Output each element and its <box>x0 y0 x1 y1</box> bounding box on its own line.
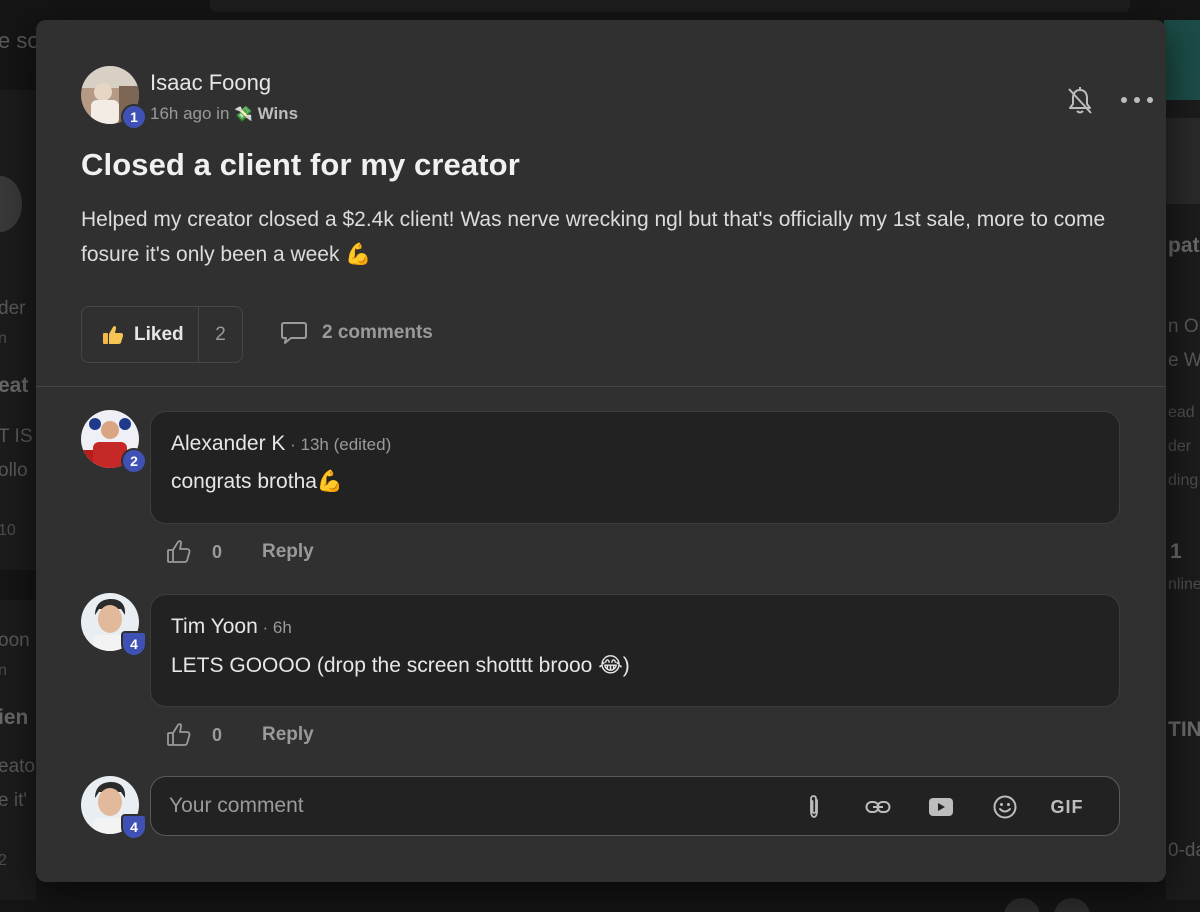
comment-avatar[interactable]: 2 <box>81 410 147 474</box>
bell-off-icon <box>1068 87 1092 114</box>
background-text: 10 <box>0 522 16 539</box>
category-link[interactable]: Wins <box>258 104 298 123</box>
post-meta: 16h ago in 💸 Wins <box>150 104 298 124</box>
post-body: Helped my creator closed a $2.4k client!… <box>81 208 1106 266</box>
background-text: e W <box>1168 350 1200 371</box>
like-label: Liked <box>134 323 184 345</box>
author-name[interactable]: Isaac Foong <box>150 70 271 96</box>
attach-button[interactable] <box>803 793 825 821</box>
comment-text: congrats brotha💪 <box>171 470 344 493</box>
comment-author[interactable]: Alexander K <box>171 432 285 455</box>
comment-actions: 0 Reply <box>166 539 314 565</box>
thumbs-up-icon[interactable] <box>166 722 192 748</box>
divider <box>36 386 1166 387</box>
like-group: Liked 2 <box>81 306 243 363</box>
link-icon <box>865 801 891 813</box>
comment-author[interactable]: Tim Yoon <box>171 615 258 638</box>
comments-link[interactable]: 2 comments <box>280 320 433 346</box>
background-text: oon <box>0 630 30 651</box>
comment-like-count: 0 <box>212 724 223 745</box>
comment-like-count: 0 <box>212 541 223 562</box>
level-badge: 2 <box>121 448 147 474</box>
background-text: der <box>1168 438 1192 455</box>
reply-button[interactable]: Reply <box>262 541 314 563</box>
like-count[interactable]: 2 <box>198 307 242 362</box>
background-avatar <box>1054 898 1090 912</box>
video-button[interactable] <box>927 793 955 821</box>
background-avatar <box>1004 898 1040 912</box>
background-text: n <box>0 330 7 347</box>
link-button[interactable] <box>863 793 893 821</box>
background-text: e it' <box>0 790 27 811</box>
post-header: 1 Isaac Foong 16h ago in 💸 Wins <box>81 66 1153 130</box>
background-text: ien <box>0 706 29 729</box>
background-text: e so <box>0 28 40 53</box>
background-right-banner <box>1164 20 1200 100</box>
post-title: Closed a client for my creator <box>81 147 520 182</box>
background-topbar <box>210 0 1130 12</box>
background-text: T IS <box>0 426 33 447</box>
background-text: der <box>0 298 26 319</box>
post-modal: 1 Isaac Foong 16h ago in 💸 Wins Closed a… <box>36 20 1166 882</box>
current-user-avatar[interactable]: 4 <box>81 776 147 840</box>
comments-count-label: 2 comments <box>322 322 433 343</box>
gif-button[interactable]: GIF <box>1047 793 1087 821</box>
comment-bubble: Tim Yoon · 6h LETS GOOOO (drop the scree… <box>150 594 1120 707</box>
youtube-icon <box>929 798 953 816</box>
comment-text: LETS GOOOO (drop the screen shotttt broo… <box>171 654 630 677</box>
comment-composer: GIF <box>150 776 1120 836</box>
comment-meta: · 6h <box>257 618 292 637</box>
paperclip-icon <box>810 795 818 818</box>
mute-notifications-button[interactable] <box>1066 86 1094 116</box>
thumbs-up-icon <box>103 325 124 344</box>
background-text: ollo <box>0 460 28 481</box>
dot <box>1134 97 1140 103</box>
background-text: 1 <box>1170 540 1182 563</box>
background-text: 0-da <box>1168 840 1200 861</box>
comment-bubble: Alexander K · 13h (edited) congrats brot… <box>150 411 1120 524</box>
background-right-image <box>1166 118 1200 204</box>
level-badge: 4 <box>121 814 147 840</box>
background-text: 2 <box>0 852 7 869</box>
background-text: pat <box>1168 234 1200 257</box>
background-text: ding <box>1168 472 1199 489</box>
more-options-button[interactable] <box>1121 90 1153 110</box>
background-text: n Op <box>1168 316 1200 337</box>
post-time: 16h ago in <box>150 104 230 123</box>
background-text: eat <box>0 374 29 397</box>
comment-actions: 0 Reply <box>166 722 314 748</box>
comment-input[interactable] <box>169 789 769 823</box>
reply-button[interactable]: Reply <box>262 724 314 746</box>
comment-header: Tim Yoon · 6h <box>171 615 292 639</box>
comment-meta: · 13h (edited) <box>285 435 392 454</box>
comment-avatar[interactable]: 4 <box>81 593 147 657</box>
emoji-button[interactable] <box>991 793 1019 821</box>
smiley-icon <box>993 795 1017 819</box>
background-text: ead <box>1168 404 1195 421</box>
level-badge: 4 <box>121 631 147 657</box>
thumbs-up-icon[interactable] <box>166 539 192 565</box>
level-badge: 1 <box>121 104 147 130</box>
background-text: nline <box>1168 576 1200 593</box>
dot <box>1147 97 1153 103</box>
background-text: n <box>0 662 7 679</box>
dot <box>1121 97 1127 103</box>
like-button[interactable]: Liked <box>82 307 198 362</box>
money-wings-icon: 💸 <box>234 106 253 123</box>
comment-header: Alexander K · 13h (edited) <box>171 432 391 456</box>
background-text: eato <box>0 756 35 777</box>
comment-bubble-icon <box>281 322 307 344</box>
background-text: TIN <box>1168 718 1200 741</box>
gif-label: GIF <box>1050 796 1084 817</box>
author-avatar[interactable]: 1 <box>81 66 147 130</box>
